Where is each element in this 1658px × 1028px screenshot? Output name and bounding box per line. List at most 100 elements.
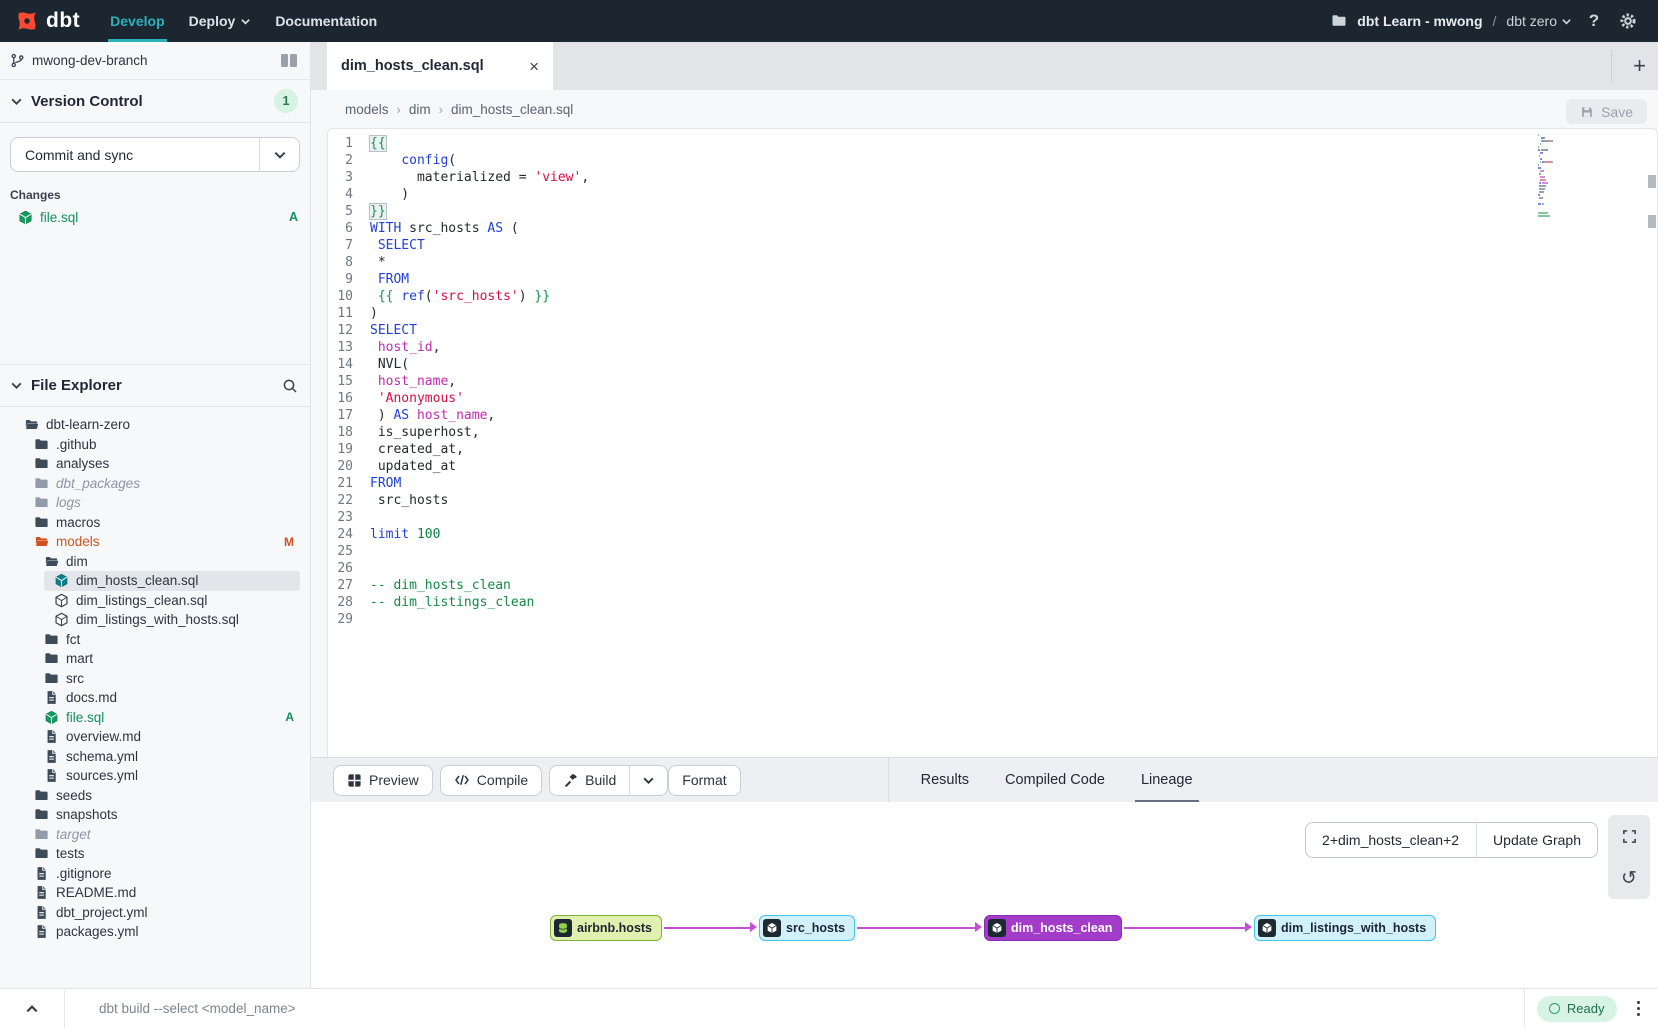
code-editor[interactable]: 1234567891011121314151617181920212223242… xyxy=(327,128,1658,757)
tab-lineage[interactable]: Lineage xyxy=(1123,758,1211,803)
file-explorer-header[interactable]: File Explorer xyxy=(0,364,310,407)
tree-item-target[interactable]: target xyxy=(24,825,300,845)
tree-item-readme-md[interactable]: README.md xyxy=(24,883,300,903)
lineage-node-src-hosts[interactable]: src_hosts xyxy=(759,915,855,941)
breadcrumb-models[interactable]: models xyxy=(345,102,389,117)
code-line: ) xyxy=(370,305,1527,322)
new-tab-button[interactable]: + xyxy=(1633,42,1646,90)
compile-button[interactable]: Compile xyxy=(440,765,542,796)
commit-and-sync-button[interactable]: Commit and sync xyxy=(10,137,300,172)
branch-row[interactable]: mwong-dev-branch xyxy=(0,42,310,80)
tree-item-tests[interactable]: tests xyxy=(24,844,300,864)
tree-item-packages-yml[interactable]: packages.yml xyxy=(24,922,300,942)
reset-view-icon[interactable]: ↺ xyxy=(1617,866,1641,890)
tree-item-label: fct xyxy=(66,632,80,647)
command-input[interactable]: dbt build --select <model_name> xyxy=(65,1001,1524,1016)
format-button[interactable]: Format xyxy=(668,765,740,796)
tree-item-seeds[interactable]: seeds xyxy=(24,786,300,806)
env-selector[interactable]: dbt zero xyxy=(1506,13,1572,29)
tab-dim-hosts-clean[interactable]: dim_hosts_clean.sql × xyxy=(327,42,553,90)
tab-compiled-code[interactable]: Compiled Code xyxy=(987,758,1123,803)
tree-item-src[interactable]: src xyxy=(34,669,300,689)
chevron-up-icon[interactable] xyxy=(0,1002,64,1016)
lineage-node-label: airbnb.hosts xyxy=(577,921,652,935)
tree-item-dbt-packages[interactable]: dbt_packages xyxy=(24,474,300,494)
database-icon xyxy=(554,919,572,937)
nav-develop[interactable]: Develop xyxy=(98,0,176,42)
tree-item-mart[interactable]: mart xyxy=(34,649,300,669)
tree-item-analyses[interactable]: analyses xyxy=(24,454,300,474)
line-number-gutter: 1234567891011121314151617181920212223242… xyxy=(328,135,362,628)
kebab-menu-icon[interactable] xyxy=(1633,997,1645,1021)
version-control-header[interactable]: Version Control 1 xyxy=(0,80,310,123)
tree-item-label: dim_hosts_clean.sql xyxy=(76,573,198,588)
changed-file-row[interactable]: file.sql A xyxy=(18,206,300,228)
tree-item-fct[interactable]: fct xyxy=(34,630,300,650)
file-icon xyxy=(34,905,49,920)
tree-item-overview-md[interactable]: overview.md xyxy=(34,727,300,747)
help-icon[interactable]: ? xyxy=(1582,9,1606,33)
editor-scrollbar[interactable] xyxy=(1647,129,1657,757)
tree-item-docs-md[interactable]: docs.md xyxy=(34,688,300,708)
folder-icon xyxy=(44,651,59,666)
tree-item-file-sql[interactable]: file.sqlA xyxy=(34,708,300,728)
dbt-logo[interactable]: dbt xyxy=(0,0,98,42)
code-line: created_at, xyxy=(370,441,1527,458)
tree-item-macros[interactable]: macros xyxy=(24,513,300,533)
close-icon[interactable]: × xyxy=(529,58,539,75)
save-button[interactable]: Save xyxy=(1566,99,1647,124)
file-icon xyxy=(44,690,59,705)
tree-item--github[interactable]: .github xyxy=(24,435,300,455)
gear-icon[interactable] xyxy=(1616,9,1640,33)
breadcrumb: models › dim › dim_hosts_clean.sql xyxy=(311,102,573,117)
tree-item-label: analyses xyxy=(56,456,109,471)
scrollbar-thumb[interactable] xyxy=(1648,175,1656,188)
lineage-node-dim-hosts-clean[interactable]: dim_hosts_clean xyxy=(984,915,1122,941)
commit-options-caret[interactable] xyxy=(259,138,299,171)
nav-documentation[interactable]: Documentation xyxy=(263,0,389,42)
tab-results[interactable]: Results xyxy=(903,758,987,803)
code-line: host_id, xyxy=(370,339,1527,356)
changes-count-badge: 1 xyxy=(274,89,298,113)
folder-open-icon xyxy=(44,554,59,569)
lineage-selector-input[interactable]: 2+dim_hosts_clean+2 xyxy=(1306,823,1476,857)
tree-item-dim[interactable]: dim xyxy=(34,552,300,572)
minimap[interactable] xyxy=(1538,134,1568,221)
build-button[interactable]: Build xyxy=(550,766,629,795)
build-options-caret[interactable] xyxy=(629,766,667,795)
breadcrumb-file[interactable]: dim_hosts_clean.sql xyxy=(451,102,573,117)
tree-item-dim-hosts-clean-sql[interactable]: dim_hosts_clean.sql xyxy=(44,571,300,591)
code-content[interactable]: {{ config( materialized = 'view', )}}WIT… xyxy=(370,135,1527,628)
chevron-down-icon xyxy=(10,379,23,392)
tree-item-schema-yml[interactable]: schema.yml xyxy=(34,747,300,767)
tree-item-models[interactable]: modelsM xyxy=(24,532,300,552)
project-name[interactable]: dbt Learn - mwong xyxy=(1357,13,1482,29)
version-control-title: Version Control xyxy=(31,93,266,110)
lineage-edge xyxy=(857,927,976,929)
tree-item-dim-listings-clean-sql[interactable]: dim_listings_clean.sql xyxy=(44,591,300,611)
docs-book-icon[interactable] xyxy=(280,53,298,68)
search-icon[interactable] xyxy=(282,378,298,394)
lineage-edge xyxy=(1124,927,1246,929)
lineage-node-airbnb-hosts[interactable]: airbnb.hosts xyxy=(550,915,662,941)
bottom-toolbar: Preview Compile Build Format Results Com… xyxy=(311,757,1658,802)
tree-item-dbt-learn-zero[interactable]: dbt-learn-zero xyxy=(14,415,300,435)
nav-deploy[interactable]: Deploy xyxy=(177,0,264,42)
code-line xyxy=(370,509,1527,526)
tree-item-dim-listings-with-hosts-sql[interactable]: dim_listings_with_hosts.sql xyxy=(44,610,300,630)
scrollbar-thumb[interactable] xyxy=(1648,215,1656,228)
preview-button[interactable]: Preview xyxy=(333,765,433,796)
tree-item--gitignore[interactable]: .gitignore xyxy=(24,864,300,884)
tabbar-divider xyxy=(1611,50,1612,82)
file-tree: dbt-learn-zero.githubanalyses dbt_package… xyxy=(0,407,310,942)
lineage-tools: ↺ xyxy=(1608,815,1650,899)
lineage-node-dim-listings-with-hosts[interactable]: dim_listings_with_hosts xyxy=(1254,915,1436,941)
tree-item-snapshots[interactable]: snapshots xyxy=(24,805,300,825)
tree-item-logs[interactable]: logs xyxy=(24,493,300,513)
fullscreen-icon[interactable] xyxy=(1617,824,1641,848)
code-line: -- dim_listings_clean xyxy=(370,594,1527,611)
tree-item-sources-yml[interactable]: sources.yml xyxy=(34,766,300,786)
breadcrumb-dim[interactable]: dim xyxy=(409,102,431,117)
tree-item-dbt-project-yml[interactable]: dbt_project.yml xyxy=(24,903,300,923)
update-graph-button[interactable]: Update Graph xyxy=(1476,823,1597,857)
